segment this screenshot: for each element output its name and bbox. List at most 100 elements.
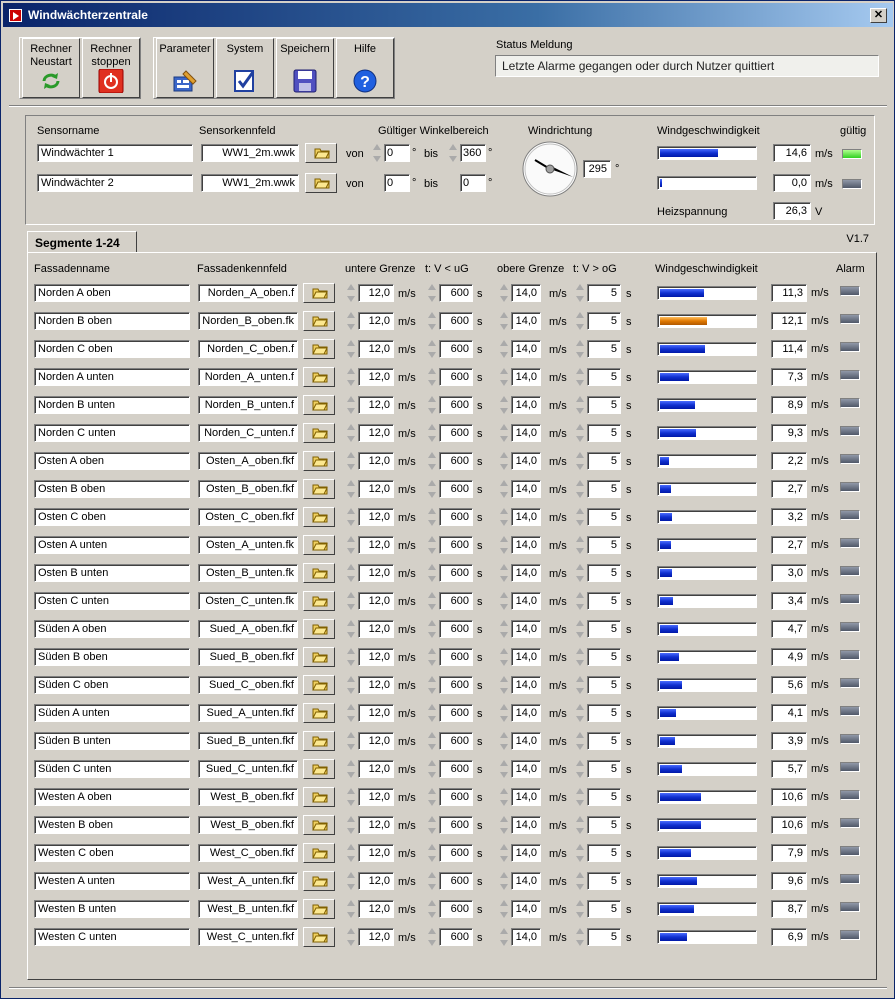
time-upper-field[interactable]: 5 bbox=[587, 844, 621, 862]
time-upper-field[interactable]: 5 bbox=[587, 480, 621, 498]
time-upper-stepper[interactable] bbox=[575, 311, 585, 331]
facade-file-field[interactable]: West_A_unten.fkf bbox=[198, 872, 298, 890]
time-upper-stepper[interactable] bbox=[575, 815, 585, 835]
time-lower-field[interactable]: 600 bbox=[439, 648, 473, 666]
lower-limit-stepper[interactable] bbox=[346, 787, 356, 807]
lower-limit-field[interactable]: 12,0 bbox=[358, 424, 394, 442]
upper-limit-field[interactable]: 14,0 bbox=[511, 368, 541, 386]
lower-limit-field[interactable]: 12,0 bbox=[358, 284, 394, 302]
upper-limit-field[interactable]: 14,0 bbox=[511, 928, 541, 946]
facade-name-field[interactable]: Osten B unten bbox=[34, 564, 190, 582]
facade-browse-button[interactable] bbox=[303, 283, 335, 303]
time-upper-stepper[interactable] bbox=[575, 507, 585, 527]
lower-limit-field[interactable]: 12,0 bbox=[358, 592, 394, 610]
upper-limit-stepper[interactable] bbox=[499, 927, 509, 947]
time-lower-field[interactable]: 600 bbox=[439, 340, 473, 358]
facade-browse-button[interactable] bbox=[303, 703, 335, 723]
time-lower-field[interactable]: 600 bbox=[439, 368, 473, 386]
facade-file-field[interactable]: Norden_B_unten.f bbox=[198, 396, 298, 414]
facade-name-field[interactable]: Norden B oben bbox=[34, 312, 190, 330]
time-upper-stepper[interactable] bbox=[575, 479, 585, 499]
facade-file-field[interactable]: Sued_B_unten.fkf bbox=[198, 732, 298, 750]
lower-limit-field[interactable]: 12,0 bbox=[358, 508, 394, 526]
time-lower-field[interactable]: 600 bbox=[439, 676, 473, 694]
facade-name-field[interactable]: Süden B unten bbox=[34, 732, 190, 750]
upper-limit-field[interactable]: 14,0 bbox=[511, 872, 541, 890]
facade-name-field[interactable]: Westen C unten bbox=[34, 928, 190, 946]
upper-limit-stepper[interactable] bbox=[499, 759, 509, 779]
time-upper-stepper[interactable] bbox=[575, 731, 585, 751]
upper-limit-field[interactable]: 14,0 bbox=[511, 732, 541, 750]
upper-limit-field[interactable]: 14,0 bbox=[511, 284, 541, 302]
facade-file-field[interactable]: Norden_B_oben.fk bbox=[198, 312, 298, 330]
lower-limit-stepper[interactable] bbox=[346, 395, 356, 415]
time-upper-field[interactable]: 5 bbox=[587, 508, 621, 526]
time-upper-stepper[interactable] bbox=[575, 899, 585, 919]
time-upper-field[interactable]: 5 bbox=[587, 704, 621, 722]
time-lower-field[interactable]: 600 bbox=[439, 508, 473, 526]
time-upper-field[interactable]: 5 bbox=[587, 928, 621, 946]
time-upper-stepper[interactable] bbox=[575, 367, 585, 387]
lower-limit-field[interactable]: 12,0 bbox=[358, 788, 394, 806]
upper-limit-stepper[interactable] bbox=[499, 675, 509, 695]
facade-file-field[interactable]: Norden_A_oben.f bbox=[198, 284, 298, 302]
facade-name-field[interactable]: Süden B oben bbox=[34, 648, 190, 666]
upper-limit-stepper[interactable] bbox=[499, 283, 509, 303]
facade-browse-button[interactable] bbox=[303, 843, 335, 863]
lower-limit-field[interactable]: 12,0 bbox=[358, 396, 394, 414]
time-lower-stepper[interactable] bbox=[427, 367, 437, 387]
lower-limit-field[interactable]: 12,0 bbox=[358, 480, 394, 498]
upper-limit-stepper[interactable] bbox=[499, 703, 509, 723]
facade-file-field[interactable]: Osten_B_unten.fk bbox=[198, 564, 298, 582]
sensor-file-field[interactable]: WW1_2m.wwk bbox=[201, 174, 299, 192]
upper-limit-stepper[interactable] bbox=[499, 815, 509, 835]
lower-limit-stepper[interactable] bbox=[346, 283, 356, 303]
facade-file-field[interactable]: Osten_C_unten.fk bbox=[198, 592, 298, 610]
time-upper-field[interactable]: 5 bbox=[587, 424, 621, 442]
time-lower-field[interactable]: 600 bbox=[439, 872, 473, 890]
time-lower-field[interactable]: 600 bbox=[439, 424, 473, 442]
lower-limit-stepper[interactable] bbox=[346, 871, 356, 891]
upper-limit-field[interactable]: 14,0 bbox=[511, 396, 541, 414]
angle-to-field[interactable]: 360 bbox=[460, 144, 486, 162]
facade-file-field[interactable]: Osten_C_oben.fkf bbox=[198, 508, 298, 526]
time-lower-stepper[interactable] bbox=[427, 675, 437, 695]
facade-browse-button[interactable] bbox=[303, 759, 335, 779]
time-upper-stepper[interactable] bbox=[575, 759, 585, 779]
lower-limit-field[interactable]: 12,0 bbox=[358, 900, 394, 918]
lower-limit-stepper[interactable] bbox=[346, 339, 356, 359]
upper-limit-field[interactable]: 14,0 bbox=[511, 788, 541, 806]
facade-file-field[interactable]: West_B_unten.fkf bbox=[198, 900, 298, 918]
facade-file-field[interactable]: Osten_B_oben.fkf bbox=[198, 480, 298, 498]
lower-limit-field[interactable]: 12,0 bbox=[358, 844, 394, 862]
save-button[interactable]: Speichern bbox=[276, 38, 334, 98]
time-upper-field[interactable]: 5 bbox=[587, 564, 621, 582]
upper-limit-field[interactable]: 14,0 bbox=[511, 620, 541, 638]
facade-name-field[interactable]: Norden C unten bbox=[34, 424, 190, 442]
facade-name-field[interactable]: Norden C oben bbox=[34, 340, 190, 358]
time-upper-stepper[interactable] bbox=[575, 647, 585, 667]
upper-limit-stepper[interactable] bbox=[499, 731, 509, 751]
upper-limit-stepper[interactable] bbox=[499, 339, 509, 359]
upper-limit-field[interactable]: 14,0 bbox=[511, 900, 541, 918]
facade-name-field[interactable]: Osten A unten bbox=[34, 536, 190, 554]
facade-name-field[interactable]: Norden B unten bbox=[34, 396, 190, 414]
time-upper-stepper[interactable] bbox=[575, 843, 585, 863]
lower-limit-stepper[interactable] bbox=[346, 759, 356, 779]
facade-file-field[interactable]: West_B_oben.fkf bbox=[198, 788, 298, 806]
time-upper-stepper[interactable] bbox=[575, 451, 585, 471]
time-upper-stepper[interactable] bbox=[575, 423, 585, 443]
facade-browse-button[interactable] bbox=[303, 311, 335, 331]
time-lower-field[interactable]: 600 bbox=[439, 816, 473, 834]
sensor-name-field[interactable]: Windwächter 2 bbox=[37, 174, 193, 192]
lower-limit-stepper[interactable] bbox=[346, 843, 356, 863]
time-lower-stepper[interactable] bbox=[427, 423, 437, 443]
time-lower-field[interactable]: 600 bbox=[439, 480, 473, 498]
time-lower-stepper[interactable] bbox=[427, 619, 437, 639]
time-lower-stepper[interactable] bbox=[427, 311, 437, 331]
upper-limit-field[interactable]: 14,0 bbox=[511, 816, 541, 834]
upper-limit-stepper[interactable] bbox=[499, 787, 509, 807]
time-lower-stepper[interactable] bbox=[427, 395, 437, 415]
facade-file-field[interactable]: Sued_C_unten.fkf bbox=[198, 760, 298, 778]
upper-limit-field[interactable]: 14,0 bbox=[511, 760, 541, 778]
